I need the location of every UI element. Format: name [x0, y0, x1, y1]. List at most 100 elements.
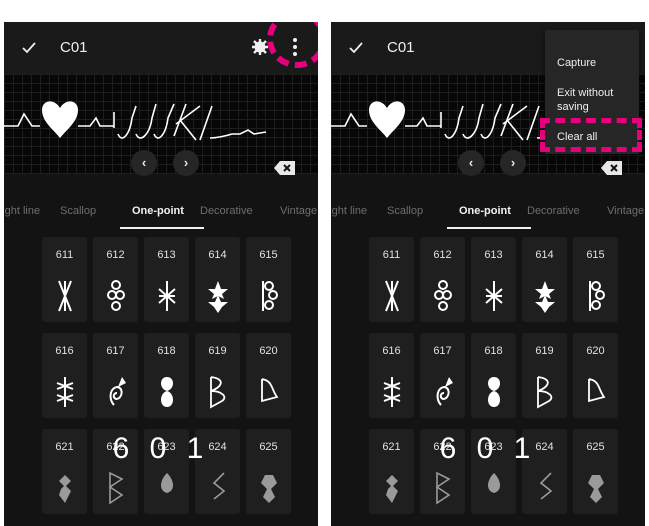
pattern-number: 625	[259, 441, 278, 453]
pattern-number: 620	[259, 345, 278, 357]
stitch-pattern-icon	[433, 471, 453, 505]
menu-item-exit-without-saving[interactable]: Exit without saving	[557, 86, 627, 114]
pattern-number: 614	[535, 249, 554, 261]
stitch-pattern-icon	[382, 279, 402, 313]
tab-scallop[interactable]: Scallop	[60, 194, 96, 232]
screen-left: C01‹›Straight lineScallopOne-pointDecora…	[4, 22, 318, 526]
pattern-cell[interactable]: 618	[144, 333, 189, 418]
active-tab-indicator	[120, 227, 204, 229]
backspace-icon[interactable]	[274, 160, 296, 176]
pattern-cell[interactable]: 620	[573, 333, 618, 418]
check-icon[interactable]	[20, 39, 38, 57]
pattern-cell[interactable]: 614	[195, 237, 240, 322]
pattern-number: 612	[106, 249, 125, 261]
pattern-cell[interactable]: 622	[420, 429, 465, 514]
menu-item-capture[interactable]: Capture	[557, 56, 596, 70]
pattern-cell[interactable]: 625	[246, 429, 291, 514]
stitch-pattern-icon	[535, 375, 555, 409]
pattern-cell[interactable]: 619	[195, 333, 240, 418]
screen-right: C01‹›Straight lineScallopOne-pointDecora…	[331, 22, 645, 526]
category-tabs: Straight lineScallopOne-pointDecorativeV…	[331, 194, 645, 232]
pattern-number: 613	[484, 249, 503, 261]
pattern-cell[interactable]: 616	[369, 333, 414, 418]
pattern-number: 616	[55, 345, 74, 357]
pattern-cell[interactable]: 619	[522, 333, 567, 418]
pattern-number: 624	[535, 441, 554, 453]
pattern-cell[interactable]: 614	[522, 237, 567, 322]
tab-decorative[interactable]: Decorative	[527, 194, 580, 232]
pattern-cell[interactable]: 617	[420, 333, 465, 418]
pattern-cell[interactable]: 623	[471, 429, 516, 514]
stitch-pattern-icon	[534, 279, 555, 313]
pattern-cell[interactable]: 624	[522, 429, 567, 514]
stitch-pattern-icon	[55, 471, 75, 505]
pattern-cell[interactable]: 623	[144, 429, 189, 514]
pattern-cell[interactable]: 621	[42, 429, 87, 514]
stitch-pattern-icon	[55, 279, 75, 313]
pattern-cell[interactable]: 622	[93, 429, 138, 514]
previous-button[interactable]: ‹	[131, 150, 157, 176]
tab-vintage[interactable]: Vintage	[280, 194, 317, 232]
pattern-cell[interactable]: 616	[42, 333, 87, 418]
stitch-pattern-icon	[586, 471, 606, 505]
tab-straight-line[interactable]: Straight line	[4, 194, 40, 232]
pattern-cell[interactable]: 625	[573, 429, 618, 514]
pattern-number: 616	[382, 345, 401, 357]
stitch-preview	[4, 74, 318, 176]
stitch-pattern-icon	[586, 375, 606, 409]
pattern-cell[interactable]: 615	[573, 237, 618, 322]
tab-straight-line[interactable]: Straight line	[331, 194, 367, 232]
pattern-number: 618	[157, 345, 176, 357]
pattern-cell[interactable]: 624	[195, 429, 240, 514]
pattern-cell[interactable]: 621	[369, 429, 414, 514]
tab-vintage[interactable]: Vintage	[607, 194, 644, 232]
pattern-number: 617	[433, 345, 452, 357]
pattern-number: 625	[586, 441, 605, 453]
pattern-cell[interactable]: 612	[420, 237, 465, 322]
pattern-cell[interactable]: 618	[471, 333, 516, 418]
tab-decorative[interactable]: Decorative	[200, 194, 253, 232]
pattern-cell[interactable]: 611	[42, 237, 87, 322]
stitch-pattern-icon	[157, 471, 177, 505]
pattern-number: 622	[106, 441, 125, 453]
stitch-pattern-icon	[259, 279, 279, 313]
category-tabs: Straight lineScallopOne-pointDecorativeV…	[4, 194, 318, 232]
stitch-pattern-icon	[207, 279, 228, 313]
stitch-pattern-icon	[535, 471, 555, 505]
pattern-cell[interactable]: 615	[246, 237, 291, 322]
pattern-cell[interactable]: 613	[471, 237, 516, 322]
pattern-number: 619	[208, 345, 227, 357]
previous-button[interactable]: ‹	[458, 150, 484, 176]
pattern-title: C01	[387, 39, 415, 56]
pattern-number: 617	[106, 345, 125, 357]
stitch-pattern-icon	[484, 279, 504, 313]
tab-scallop[interactable]: Scallop	[387, 194, 423, 232]
pattern-cell[interactable]: 620	[246, 333, 291, 418]
pattern-number: 622	[433, 441, 452, 453]
pattern-number: 614	[208, 249, 227, 261]
next-button[interactable]: ›	[500, 150, 526, 176]
next-button[interactable]: ›	[173, 150, 199, 176]
pattern-cell[interactable]: 613	[144, 237, 189, 322]
pattern-number: 615	[586, 249, 605, 261]
pattern-number: 619	[535, 345, 554, 357]
pattern-number: 611	[382, 249, 401, 261]
pattern-title: C01	[60, 39, 88, 56]
stitch-pattern-icon	[208, 471, 228, 505]
stitch-pattern-icon	[259, 375, 279, 409]
check-icon[interactable]	[347, 39, 365, 57]
pattern-cell[interactable]: 611	[369, 237, 414, 322]
stitch-pattern-icon	[157, 375, 177, 409]
stitch-pattern-icon	[55, 375, 75, 409]
backspace-icon[interactable]	[601, 160, 623, 176]
stitch-pattern-icon	[106, 375, 126, 409]
stitch-pattern-icon	[157, 279, 177, 313]
stitch-pattern-icon	[382, 375, 402, 409]
stitch-pattern-icon	[106, 279, 126, 313]
pattern-number: 613	[157, 249, 176, 261]
pattern-number: 611	[55, 249, 74, 261]
pattern-number: 624	[208, 441, 227, 453]
pattern-cell[interactable]: 617	[93, 333, 138, 418]
pattern-cell[interactable]: 612	[93, 237, 138, 322]
pattern-number: 618	[484, 345, 503, 357]
